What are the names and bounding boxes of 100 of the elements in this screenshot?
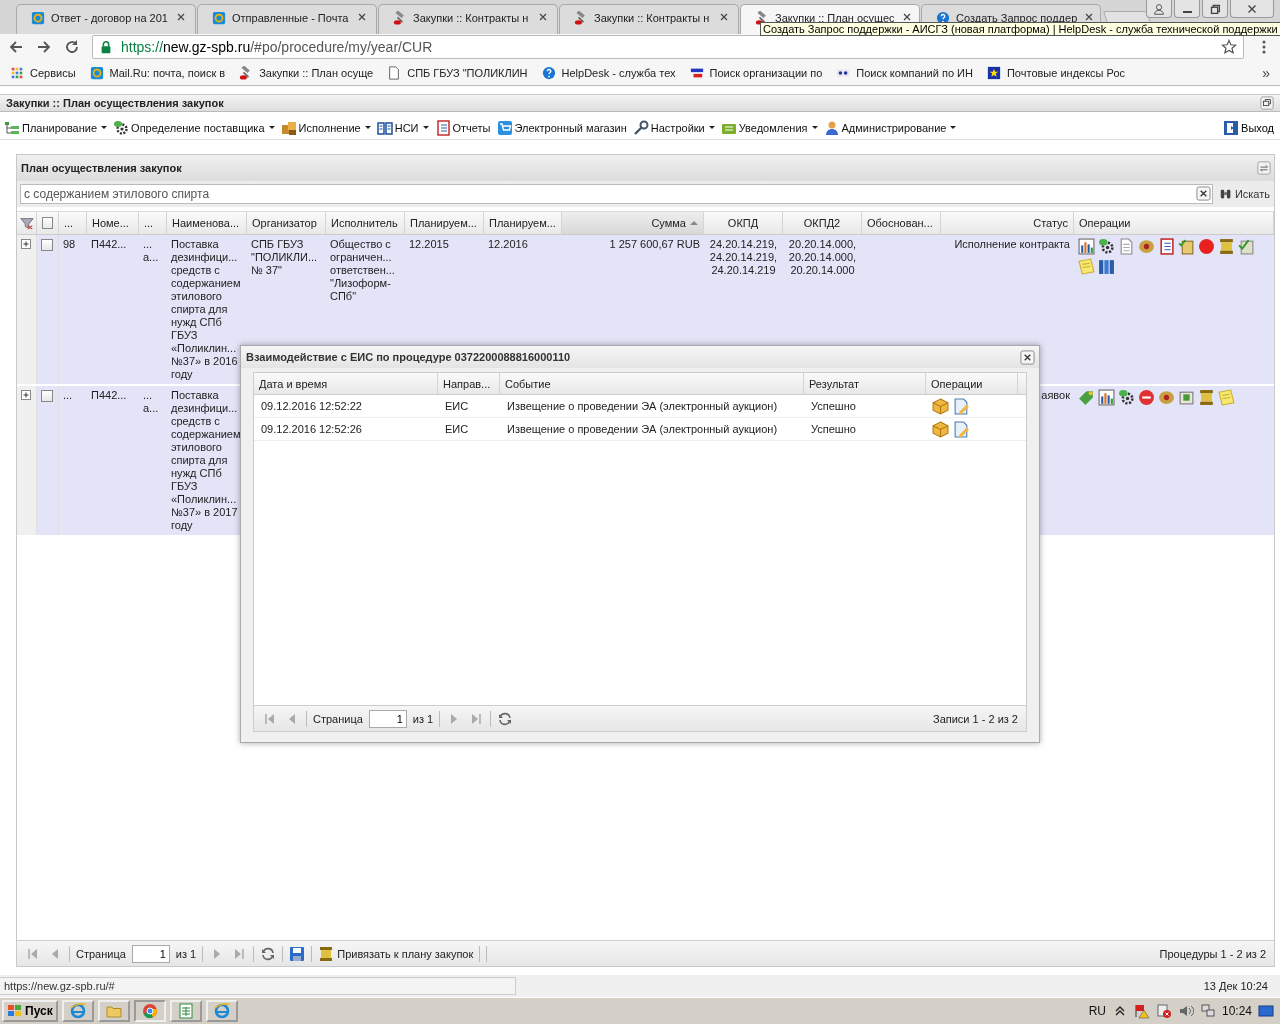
- package-icon[interactable]: [932, 397, 949, 415]
- binders-icon[interactable]: [1098, 258, 1115, 275]
- taskbar-button[interactable]: [133, 1000, 166, 1022]
- column-header[interactable]: Статус: [941, 212, 1074, 234]
- checklist-icon[interactable]: [1238, 238, 1255, 255]
- browser-tab[interactable]: Закупки :: Контракты н: [378, 4, 558, 34]
- taskbar-button[interactable]: [205, 1000, 238, 1022]
- menu-item[interactable]: Электронный магазин: [496, 119, 627, 136]
- show-desktop-icon[interactable]: [1258, 1003, 1274, 1019]
- emblem-icon[interactable]: [1138, 238, 1155, 255]
- back-icon[interactable]: [8, 39, 24, 55]
- checkbox[interactable]: [41, 239, 53, 251]
- save-icon[interactable]: [289, 945, 306, 962]
- bookmark-link[interactable]: Закупки :: План осуще: [239, 65, 374, 80]
- bookmark-link[interactable]: HelpDesk - служба тех: [541, 65, 676, 80]
- edit-document-icon[interactable]: [953, 420, 970, 438]
- expand-icon[interactable]: [21, 390, 31, 400]
- bookmark-link[interactable]: СПБ ГБУЗ "ПОЛИКЛИН: [387, 65, 528, 80]
- column-header[interactable]: ...: [139, 212, 167, 234]
- bookmark-link[interactable]: Поиск организации по: [689, 65, 823, 80]
- refresh-icon[interactable]: [497, 710, 514, 727]
- expand-icon[interactable]: [21, 239, 31, 249]
- column-header[interactable]: ...: [59, 212, 87, 234]
- warning-flag-icon[interactable]: [1133, 1003, 1150, 1019]
- column-header[interactable]: Событие: [500, 373, 804, 394]
- checkbox[interactable]: [41, 390, 53, 402]
- close-icon[interactable]: [718, 11, 730, 23]
- filter-icon[interactable]: [19, 216, 34, 230]
- start-button[interactable]: Пуск: [2, 1000, 58, 1022]
- close-icon[interactable]: [175, 11, 187, 23]
- star-icon[interactable]: [1221, 39, 1237, 55]
- bookmark-link[interactable]: Сервисы: [10, 65, 76, 80]
- column-header[interactable]: Сумма: [562, 212, 704, 234]
- edit-document-icon[interactable]: [953, 397, 970, 415]
- reload-icon[interactable]: [64, 39, 80, 55]
- gear-icon[interactable]: [1098, 238, 1115, 255]
- remove-icon[interactable]: [1138, 389, 1155, 406]
- bookmark-link[interactable]: Поиск компаний по ИН: [836, 65, 973, 80]
- taskbar-button[interactable]: [97, 1000, 130, 1022]
- link-to-plan-button[interactable]: Привязать к плану закупок: [318, 945, 474, 962]
- menu-item[interactable]: Отчеты: [434, 119, 491, 136]
- profile-button[interactable]: [1146, 0, 1172, 18]
- scroll-icon[interactable]: [1218, 238, 1235, 255]
- notebook-icon[interactable]: [1158, 238, 1175, 255]
- address-bar[interactable]: https://new.gz-spb.ru/#po/procedure/my/year/CUR: [92, 35, 1244, 59]
- column-header[interactable]: Наименова...: [167, 212, 247, 234]
- taskbar-button[interactable]: [61, 1000, 94, 1022]
- column-header[interactable]: Операции: [1074, 212, 1274, 234]
- sync-icon[interactable]: [1257, 161, 1271, 175]
- column-header[interactable]: Исполнитель: [326, 212, 405, 234]
- bar-chart-icon[interactable]: [1098, 389, 1115, 406]
- menu-item[interactable]: Исполнение: [280, 119, 371, 136]
- language-indicator[interactable]: RU: [1088, 1004, 1106, 1018]
- column-header[interactable]: Номе...: [87, 212, 139, 234]
- package-icon[interactable]: [932, 420, 949, 438]
- gear-icon[interactable]: [1118, 389, 1135, 406]
- network-icon[interactable]: [1199, 1003, 1216, 1019]
- signed-document-icon[interactable]: [1178, 238, 1195, 255]
- search-button[interactable]: Искать: [1216, 187, 1272, 201]
- checkbox[interactable]: [42, 217, 53, 229]
- forward-icon[interactable]: [36, 39, 52, 55]
- close-icon[interactable]: [1020, 349, 1035, 365]
- browser-tab[interactable]: Закупки :: Контракты н: [559, 4, 739, 34]
- menu-item[interactable]: Настройки: [632, 119, 715, 136]
- refresh-icon[interactable]: [260, 945, 277, 962]
- maximize-button[interactable]: [1202, 0, 1228, 18]
- column-header[interactable]: Результат: [804, 373, 926, 394]
- browser-tab[interactable]: Ответ - договор на 201: [16, 4, 196, 34]
- page-field[interactable]: 1: [131, 944, 170, 963]
- logout-button[interactable]: Выход: [1221, 119, 1276, 136]
- emblem-icon[interactable]: [1158, 389, 1175, 406]
- column-header[interactable]: Организатор: [247, 212, 326, 234]
- menu-item[interactable]: Уведомления: [720, 119, 818, 136]
- clear-icon[interactable]: [1195, 186, 1211, 201]
- speaker-icon[interactable]: [1177, 1003, 1194, 1019]
- column-header[interactable]: ОКПД: [704, 212, 783, 234]
- column-header[interactable]: ОКПД2: [783, 212, 862, 234]
- security-alert-icon[interactable]: [1155, 1003, 1172, 1019]
- taskbar-button[interactable]: [169, 1000, 202, 1022]
- help-document-icon[interactable]: [1178, 389, 1195, 406]
- search-field[interactable]: с содержанием этилового спирта: [20, 184, 1213, 204]
- scroll-icon[interactable]: [1198, 389, 1215, 406]
- minimize-button[interactable]: [1174, 0, 1200, 18]
- menu-item[interactable]: Администрирование: [823, 119, 957, 136]
- menu-item[interactable]: НСИ: [376, 119, 429, 136]
- column-header[interactable]: Направ...: [438, 373, 500, 394]
- page-field[interactable]: 1: [368, 709, 407, 728]
- restore-icon[interactable]: [1260, 96, 1274, 110]
- menu-item[interactable]: Определение поставщика: [113, 119, 275, 136]
- bar-chart-icon[interactable]: [1078, 238, 1095, 255]
- menu-item[interactable]: Планирование: [4, 119, 108, 136]
- more-bookmarks-button[interactable]: »: [1262, 64, 1270, 81]
- column-header[interactable]: Операции: [926, 373, 1018, 394]
- stop-icon[interactable]: [1198, 238, 1215, 255]
- bookmark-link[interactable]: Mail.Ru: почта, поиск в: [89, 65, 226, 80]
- close-icon[interactable]: [356, 11, 368, 23]
- column-header[interactable]: Дата и время: [254, 373, 438, 394]
- close-icon[interactable]: [537, 11, 549, 23]
- column-header[interactable]: Обоснован...: [862, 212, 941, 234]
- column-header[interactable]: Планируем...: [405, 212, 484, 234]
